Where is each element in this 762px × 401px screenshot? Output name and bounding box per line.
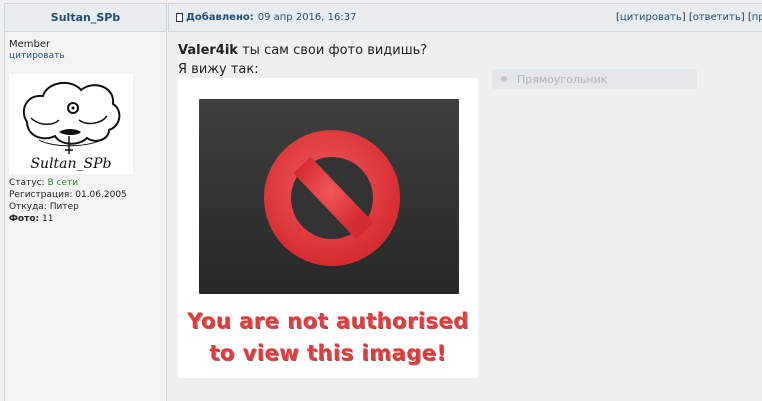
online-status: В сети — [47, 178, 79, 188]
message-line-2: Я вижу так: — [178, 62, 259, 77]
avatar-signature: Sultan_SPb — [30, 156, 112, 172]
photo-count-row: Фото: 11 — [9, 214, 53, 224]
quote-button[interactable]: цитировать — [620, 12, 682, 23]
post-date: 09 апр 2016, 16:37 — [257, 12, 357, 23]
shape-label-chip[interactable]: Прямоугольник — [492, 69, 697, 89]
post-header: Добавлено: 09 апр 2016, 16:37 [цитироват… — [168, 3, 762, 32]
blocked-image-background — [199, 99, 459, 294]
message-line-1: Valer4ik ты сам свои фото видишь? — [178, 43, 427, 58]
profile-quote-link[interactable]: цитировать — [9, 51, 65, 61]
author-profile: Member цитировать Sultan_SPb Статус: В с… — [4, 32, 167, 401]
post-icon — [176, 13, 183, 22]
photo-count: 11 — [41, 214, 54, 224]
added-label: Добавлено: — [186, 12, 254, 23]
forbidden-icon — [264, 130, 400, 266]
location-info: Откуда: Питер — [9, 202, 79, 212]
status-row: Статус: В сети — [9, 178, 78, 188]
shape-dot-icon — [501, 76, 507, 82]
shape-label: Прямоугольник — [517, 72, 608, 86]
mentioned-user: Valer4ik — [178, 43, 238, 58]
avatar[interactable]: Sultan_SPb — [9, 74, 133, 174]
registration-info: Регистрация: 01.06.2005 — [9, 190, 127, 200]
member-rank: Member — [9, 39, 51, 50]
status-label: Статус: — [9, 178, 45, 188]
author-name-link[interactable]: Sultan_SPb — [51, 11, 120, 24]
forum-post: Sultan_SPb Добавлено: 09 апр 2016, 16:37… — [0, 0, 762, 401]
message-text-1: ты сам свои фото видишь? — [237, 43, 428, 58]
post-body: Valer4ik ты сам свои фото видишь? Я вижу… — [168, 32, 762, 401]
post-actions: [цитировать] [ответить] [пр — [616, 12, 762, 23]
author-header: Sultan_SPb — [4, 3, 167, 32]
more-action-button[interactable]: пр — [752, 12, 762, 23]
photo-label: Фото: — [9, 214, 40, 224]
blocked-image-text-2: to view this image! — [209, 341, 447, 365]
blocked-image-text-1: You are not authorised — [187, 309, 469, 333]
blocked-image[interactable]: You are not authorised to view this imag… — [178, 78, 478, 378]
reply-button[interactable]: ответить — [693, 12, 741, 23]
